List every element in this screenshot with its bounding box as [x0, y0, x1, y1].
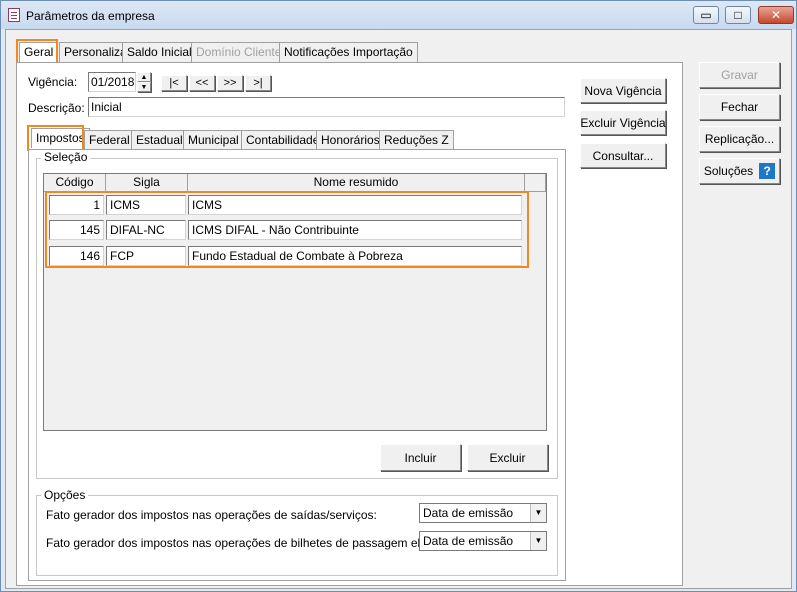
- dialog-client-area: Geral Personaliza Saldo Inicial Domínio …: [5, 29, 792, 589]
- close-button[interactable]: ✕: [758, 6, 794, 24]
- fato-gerador-saidas-value: Data de emissão: [423, 506, 514, 520]
- tab-dominio-cliente: Domínio Cliente: [191, 42, 287, 62]
- fato-gerador-bilhetes-select[interactable]: Data de emissão ▼: [419, 531, 547, 551]
- incluir-button[interactable]: Incluir: [380, 444, 461, 471]
- fato-gerador-saidas-label: Fato gerador dos impostos nas operações …: [46, 508, 377, 522]
- replicacao-button[interactable]: Replicação...: [699, 126, 780, 152]
- solucoes-label: Soluções: [703, 164, 754, 178]
- vigencia-input[interactable]: 01/2018: [88, 72, 136, 92]
- chevron-down-icon[interactable]: ▼: [530, 532, 546, 550]
- tab-saldo-inicial[interactable]: Saldo Inicial: [122, 42, 197, 62]
- document-icon: [8, 8, 20, 22]
- solucoes-button[interactable]: Soluções ?: [699, 158, 780, 184]
- tab-honorarios[interactable]: Honorários: [316, 130, 385, 150]
- parametros-window: Parâmetros da empresa ▭ □ ✕ Geral Person…: [0, 0, 797, 592]
- maximize-button[interactable]: □: [725, 6, 751, 24]
- fato-gerador-bilhetes-label: Fato gerador dos impostos nas operações …: [46, 536, 467, 550]
- tab-personaliza[interactable]: Personaliza: [59, 42, 132, 62]
- tab-estadual[interactable]: Estadual: [131, 130, 188, 150]
- excluir-vigencia-button[interactable]: Excluir Vigência: [580, 110, 666, 135]
- selecao-title: Seleção: [41, 150, 91, 164]
- vigencia-spin-up[interactable]: ▲: [137, 72, 151, 82]
- tab-contabilidade[interactable]: Contabilidade: [241, 130, 325, 150]
- fechar-button[interactable]: Fechar: [699, 94, 780, 120]
- nav-prev-button[interactable]: <<: [189, 75, 215, 91]
- window-title: Parâmetros da empresa: [26, 9, 155, 23]
- column-header-sigla[interactable]: Sigla: [106, 174, 188, 192]
- column-header-blank: [525, 174, 546, 192]
- descricao-input[interactable]: Inicial: [88, 97, 565, 117]
- minimize-button[interactable]: ▭: [693, 6, 719, 24]
- vigencia-spin-down[interactable]: ▼: [137, 82, 151, 92]
- opcoes-title: Opções: [41, 488, 89, 502]
- tab-federal[interactable]: Federal: [84, 130, 135, 150]
- chevron-down-icon[interactable]: ▼: [530, 504, 546, 522]
- tab-notificacoes-importacao[interactable]: Notificações Importação: [279, 42, 418, 62]
- fato-gerador-saidas-select[interactable]: Data de emissão ▼: [419, 503, 547, 523]
- consultar-button[interactable]: Consultar...: [580, 143, 666, 168]
- tab-reducoes-z[interactable]: Reduções Z: [379, 130, 454, 150]
- highlight-impostos-rows: [45, 191, 529, 268]
- nav-last-button[interactable]: >|: [245, 75, 271, 91]
- descricao-label: Descrição:: [28, 101, 85, 115]
- tab-municipal[interactable]: Municipal: [183, 130, 244, 150]
- column-header-nome-resumido[interactable]: Nome resumido: [188, 174, 525, 192]
- nav-next-button[interactable]: >>: [217, 75, 243, 91]
- nova-vigencia-button[interactable]: Nova Vigência: [580, 78, 666, 103]
- title-bar: Parâmetros da empresa ▭ □ ✕: [1, 1, 796, 29]
- fato-gerador-bilhetes-value: Data de emissão: [423, 534, 514, 548]
- help-icon: ?: [759, 163, 776, 179]
- column-header-codigo[interactable]: Código: [44, 174, 106, 192]
- nav-first-button[interactable]: |<: [161, 75, 187, 91]
- highlight-tab-impostos: [27, 125, 84, 151]
- gravar-button: Gravar: [699, 62, 780, 88]
- excluir-button[interactable]: Excluir: [467, 444, 548, 471]
- vigencia-label: Vigência:: [28, 75, 78, 89]
